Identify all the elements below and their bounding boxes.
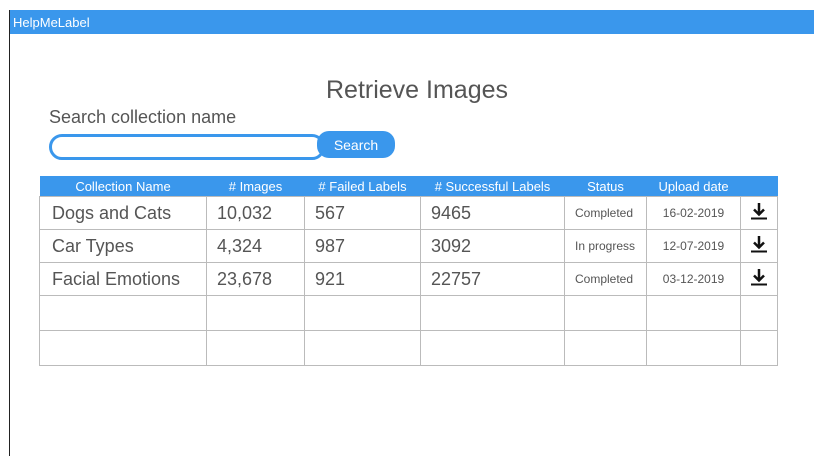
cell-upload-date: 16-02-2019	[646, 196, 741, 230]
cell-download	[740, 229, 778, 263]
search-label: Search collection name	[49, 107, 237, 127]
cell-status: Completed	[564, 196, 647, 230]
cell-download	[740, 262, 778, 296]
header-successful-labels: # Successful Labels	[420, 176, 565, 197]
cell-successful-labels: 22757	[420, 262, 565, 296]
empty-cell	[206, 295, 305, 331]
empty-cell	[564, 330, 647, 366]
header-status: Status	[564, 176, 647, 197]
download-icon[interactable]	[750, 268, 768, 286]
empty-cell	[740, 295, 778, 331]
cell-upload-date: 12-07-2019	[646, 229, 741, 263]
header-download	[740, 176, 778, 197]
table-row[interactable]: Car Types 4,324 987 3092 In progress 12-…	[39, 229, 778, 263]
empty-cell	[304, 295, 421, 331]
cell-collection-name: Dogs and Cats	[39, 196, 207, 230]
cell-upload-date: 03-12-2019	[646, 262, 741, 296]
empty-cell	[304, 330, 421, 366]
table-row[interactable]: Facial Emotions 23,678 921 22757 Complet…	[39, 262, 778, 296]
table-row-empty	[39, 330, 778, 366]
cell-images: 10,032	[206, 196, 305, 230]
empty-cell	[646, 295, 741, 331]
app-window: HelpMeLabel Retrieve Images Search colle…	[9, 10, 814, 456]
cell-successful-labels: 3092	[420, 229, 565, 263]
empty-cell	[740, 330, 778, 366]
download-icon[interactable]	[750, 235, 768, 253]
page-title: Retrieve Images	[326, 76, 509, 104]
table-header-row: Collection Name # Images # Failed Labels…	[39, 176, 778, 197]
header-collection-name: Collection Name	[39, 176, 207, 197]
search-button[interactable]: Search	[317, 131, 395, 158]
cell-images: 23,678	[206, 262, 305, 296]
header-failed-labels: # Failed Labels	[304, 176, 421, 197]
cell-download	[740, 196, 778, 230]
cell-status: Completed	[564, 262, 647, 296]
app-title: HelpMeLabel	[13, 14, 90, 30]
empty-cell	[420, 295, 565, 331]
cell-collection-name: Car Types	[39, 229, 207, 263]
table-row[interactable]: Dogs and Cats 10,032 567 9465 Completed …	[39, 196, 778, 230]
cell-successful-labels: 9465	[420, 196, 565, 230]
empty-cell	[39, 295, 207, 331]
download-icon[interactable]	[750, 202, 768, 220]
empty-cell	[39, 330, 207, 366]
table-row-empty	[39, 295, 778, 331]
empty-cell	[564, 295, 647, 331]
cell-failed-labels: 921	[304, 262, 421, 296]
cell-collection-name: Facial Emotions	[39, 262, 207, 296]
collections-table: Collection Name # Images # Failed Labels…	[39, 176, 778, 366]
cell-images: 4,324	[206, 229, 305, 263]
header-images: # Images	[206, 176, 305, 197]
header-upload-date: Upload date	[646, 176, 741, 197]
search-input[interactable]	[49, 134, 325, 160]
empty-cell	[646, 330, 741, 366]
cell-failed-labels: 987	[304, 229, 421, 263]
app-header: HelpMeLabel	[10, 10, 814, 34]
empty-cell	[206, 330, 305, 366]
cell-failed-labels: 567	[304, 196, 421, 230]
cell-status: In progress	[564, 229, 647, 263]
empty-cell	[420, 330, 565, 366]
